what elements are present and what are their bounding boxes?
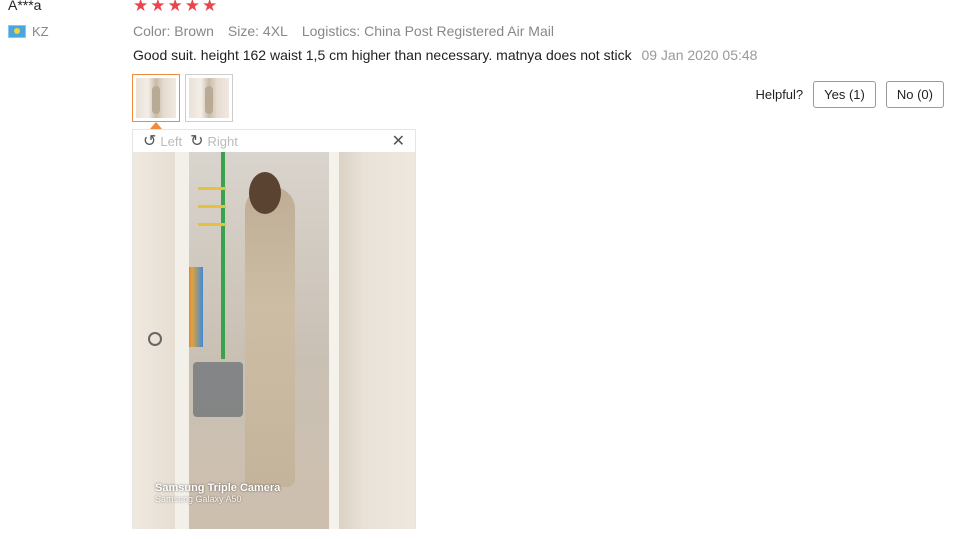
star-icon: ★	[184, 0, 200, 15]
rotate-left-button[interactable]: ↺ Left	[143, 131, 182, 151]
helpful-label: Helpful?	[755, 87, 804, 102]
star-icon: ★	[150, 0, 166, 15]
review-date: 09 Jan 2020 05:48	[641, 47, 758, 63]
helpful-no-button[interactable]: No (0)	[885, 81, 944, 108]
reviewer-name: A***a	[8, 0, 42, 13]
thumbnail-image	[189, 78, 229, 118]
meta-size: Size: 4XL	[227, 23, 288, 39]
active-thumbnail-caret	[150, 122, 162, 129]
helpful-yes-button[interactable]: Yes (1)	[813, 81, 876, 108]
camera-watermark: Samsung Triple Camera Samsung Galaxy A50	[155, 482, 280, 504]
star-rating: ★ ★ ★ ★ ★	[133, 0, 217, 16]
door-handle	[148, 332, 162, 346]
thumbnail-image	[136, 78, 176, 118]
review-text: Good suit. height 162 waist 1,5 cm highe…	[133, 47, 632, 63]
review-thumbnails	[132, 74, 233, 122]
review-photo: Samsung Triple Camera Samsung Galaxy A50	[133, 152, 415, 529]
meta-logistics: Logistics: China Post Registered Air Mai…	[301, 23, 554, 39]
star-icon: ★	[202, 0, 218, 15]
thumbnail-2[interactable]	[185, 74, 233, 122]
rotate-right-icon: ↻	[190, 133, 204, 150]
review-body: Good suit. height 162 waist 1,5 cm highe…	[133, 47, 757, 63]
watermark-line1: Samsung Triple Camera	[155, 482, 281, 494]
rotate-left-icon: ↺	[143, 133, 157, 150]
star-icon: ★	[133, 0, 149, 15]
watermark-line2: Samsung Galaxy A50	[155, 494, 242, 504]
order-meta: Color: Brown Size: 4XL Logistics: China …	[133, 23, 554, 39]
rotate-left-label: Left	[160, 133, 183, 149]
meta-color: Color: Brown	[133, 23, 214, 39]
reviewer-country: KZ	[8, 24, 49, 39]
image-viewer: ↺ Left ↻ Right ✕ Samsung Triple Camera S…	[132, 129, 416, 529]
star-icon: ★	[167, 0, 183, 15]
close-icon[interactable]: ✕	[392, 131, 405, 151]
thumbnail-1[interactable]	[132, 74, 180, 122]
rotate-right-label: Right	[207, 133, 238, 149]
helpful-section: Helpful? Yes (1) No (0)	[755, 81, 944, 108]
viewer-toolbar: ↺ Left ↻ Right ✕	[133, 130, 415, 152]
country-code: KZ	[32, 24, 49, 39]
kazakhstan-flag-icon	[8, 25, 26, 38]
rotate-right-button[interactable]: ↻ Right	[190, 131, 238, 151]
